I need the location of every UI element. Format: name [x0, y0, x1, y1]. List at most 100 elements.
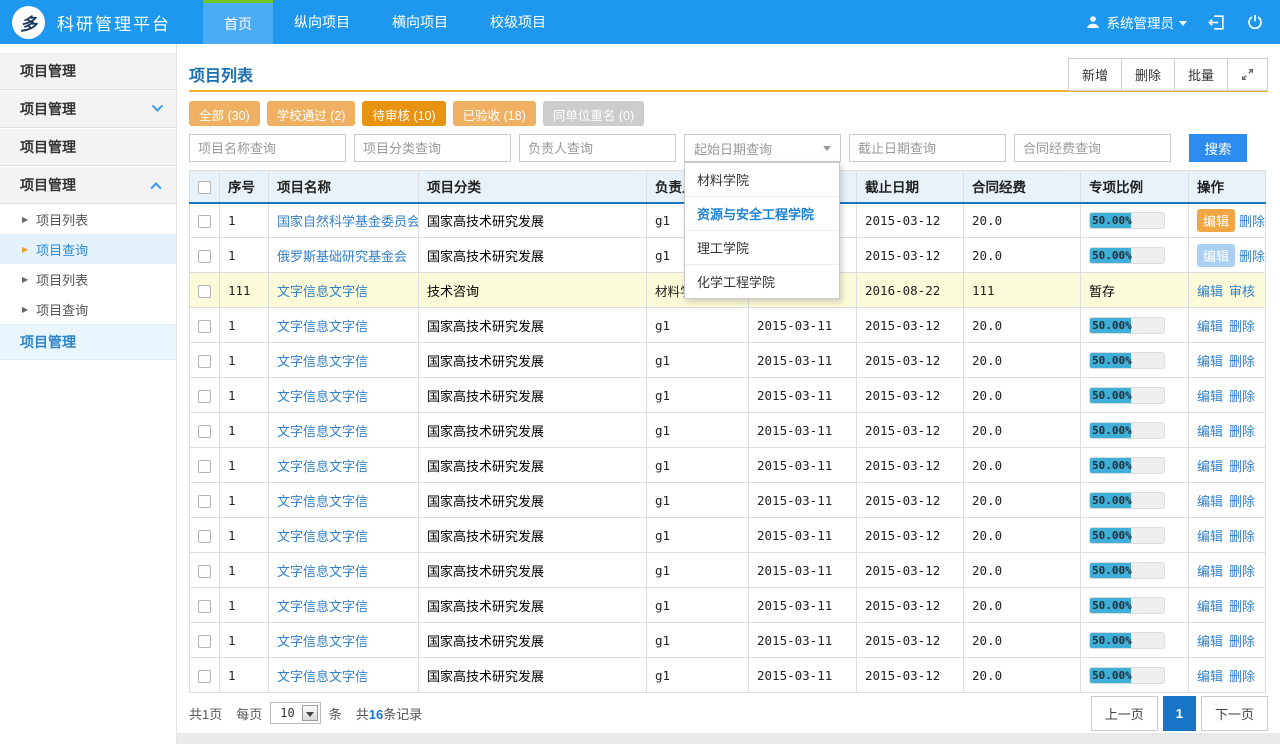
edit-action[interactable]: 编辑: [1197, 354, 1223, 369]
next-page-button[interactable]: 下一页: [1201, 696, 1268, 731]
edit-action[interactable]: 编辑: [1197, 209, 1235, 232]
delete-action[interactable]: 删除: [1239, 249, 1265, 264]
edit-action[interactable]: 编辑: [1197, 244, 1235, 267]
search-input[interactable]: [189, 134, 346, 162]
edit-action[interactable]: 编辑: [1197, 389, 1223, 404]
search-input[interactable]: [849, 134, 1006, 162]
select-all-checkbox[interactable]: [198, 181, 211, 194]
review-action[interactable]: 审核: [1229, 284, 1255, 299]
search-input[interactable]: [1014, 134, 1171, 162]
logout-icon[interactable]: [1207, 13, 1226, 32]
search-button[interactable]: 搜索: [1189, 134, 1247, 162]
row-checkbox[interactable]: [198, 250, 211, 263]
project-name-link[interactable]: 文字信息文字信: [277, 424, 368, 439]
row-checkbox[interactable]: [198, 635, 211, 648]
current-page-button[interactable]: 1: [1163, 696, 1196, 731]
project-name-link[interactable]: 文字信息文字信: [277, 459, 368, 474]
dropdown-option[interactable]: 化学工程学院: [685, 265, 839, 298]
row-checkbox[interactable]: [198, 670, 211, 683]
nav-tab[interactable]: 横向项目: [371, 0, 469, 44]
row-checkbox[interactable]: [198, 215, 211, 228]
sidebar-group-item[interactable]: 项目管理: [0, 90, 176, 128]
batch-button[interactable]: 批量: [1174, 58, 1228, 91]
project-name-link[interactable]: 文字信息文字信: [277, 354, 368, 369]
delete-action[interactable]: 删除: [1229, 424, 1255, 439]
row-checkbox[interactable]: [198, 320, 211, 333]
sidebar-subitem[interactable]: ▶项目查询: [0, 234, 176, 264]
search-input[interactable]: [519, 134, 676, 162]
sidebar-subitem[interactable]: ▶项目列表: [0, 204, 176, 234]
project-name-link[interactable]: 俄罗斯基础研究基金会: [277, 249, 407, 264]
edit-action[interactable]: 编辑: [1197, 459, 1223, 474]
project-name-link[interactable]: 文字信息文字信: [277, 669, 368, 684]
delete-action[interactable]: 删除: [1229, 599, 1255, 614]
delete-action[interactable]: 删除: [1229, 459, 1255, 474]
row-checkbox[interactable]: [198, 565, 211, 578]
row-checkbox[interactable]: [198, 425, 211, 438]
delete-action[interactable]: 删除: [1229, 494, 1255, 509]
filter-tab[interactable]: 待审核 (10): [362, 101, 445, 126]
nav-tab[interactable]: 纵向项目: [273, 0, 371, 44]
nav-tab[interactable]: 首页: [203, 0, 273, 44]
power-icon[interactable]: [1246, 13, 1264, 31]
dropdown-option[interactable]: 理工学院: [685, 231, 839, 265]
filter-tab[interactable]: 同单位重名 (0): [543, 101, 644, 126]
project-name-link[interactable]: 文字信息文字信: [277, 494, 368, 509]
user-name[interactable]: 系统管理员: [1107, 12, 1175, 32]
delete-action[interactable]: 删除: [1229, 634, 1255, 649]
edit-action[interactable]: 编辑: [1197, 319, 1223, 334]
dropdown-option[interactable]: 资源与安全工程学院: [685, 197, 839, 231]
filter-tab[interactable]: 学校通过 (2): [267, 101, 356, 126]
edit-action[interactable]: 编辑: [1197, 599, 1223, 614]
sidebar-subitem[interactable]: ▶项目查询: [0, 294, 176, 324]
edit-action[interactable]: 编辑: [1197, 424, 1223, 439]
search-input[interactable]: [354, 134, 511, 162]
delete-action[interactable]: 删除: [1229, 354, 1255, 369]
project-name-link[interactable]: 文字信息文字信: [277, 319, 368, 334]
project-name-link[interactable]: 文字信息文字信: [277, 634, 368, 649]
pager-buttons: 上一页 1 下一页: [1091, 696, 1268, 731]
sidebar-group-item[interactable]: 项目管理: [0, 166, 176, 204]
project-name-link[interactable]: 文字信息文字信: [277, 389, 368, 404]
edit-action[interactable]: 编辑: [1197, 634, 1223, 649]
project-name-link[interactable]: 文字信息文字信: [277, 564, 368, 579]
prev-page-button[interactable]: 上一页: [1091, 696, 1158, 731]
filter-tab[interactable]: 已验收 (18): [453, 101, 536, 126]
row-checkbox[interactable]: [198, 460, 211, 473]
add-button[interactable]: 新增: [1068, 58, 1122, 91]
edit-action[interactable]: 编辑: [1197, 284, 1223, 299]
row-checkbox[interactable]: [198, 530, 211, 543]
date-start-select[interactable]: 起始日期查询: [684, 134, 841, 162]
per-page-select[interactable]: 10: [270, 702, 320, 724]
delete-action[interactable]: 删除: [1229, 564, 1255, 579]
project-name-link[interactable]: 国家自然科学基金委员会: [277, 214, 419, 229]
project-name-link[interactable]: 文字信息文字信: [277, 284, 368, 299]
project-name-link[interactable]: 文字信息文字信: [277, 529, 368, 544]
row-checkbox[interactable]: [198, 285, 211, 298]
edit-action[interactable]: 编辑: [1197, 564, 1223, 579]
filter-tab[interactable]: 全部 (30): [189, 101, 260, 126]
sidebar-group-item[interactable]: 项目管理: [0, 52, 176, 90]
sidebar-subitem[interactable]: ▶项目列表: [0, 264, 176, 294]
dropdown-option[interactable]: 材料学院: [685, 163, 839, 197]
row-checkbox[interactable]: [198, 355, 211, 368]
delete-action[interactable]: 删除: [1229, 669, 1255, 684]
delete-action[interactable]: 删除: [1239, 214, 1265, 229]
row-checkbox[interactable]: [198, 390, 211, 403]
delete-action[interactable]: 删除: [1229, 319, 1255, 334]
header-checkbox-cell: [190, 171, 220, 203]
edit-action[interactable]: 编辑: [1197, 669, 1223, 684]
edit-action[interactable]: 编辑: [1197, 494, 1223, 509]
delete-button[interactable]: 删除: [1121, 58, 1175, 91]
edit-action[interactable]: 编辑: [1197, 529, 1223, 544]
nav-tab[interactable]: 校级项目: [469, 0, 567, 44]
delete-action[interactable]: 删除: [1229, 389, 1255, 404]
fullscreen-button[interactable]: [1227, 58, 1268, 91]
row-checkbox[interactable]: [198, 495, 211, 508]
sidebar-group-item[interactable]: 项目管理: [0, 128, 176, 166]
row-checkbox[interactable]: [198, 600, 211, 613]
project-name-link[interactable]: 文字信息文字信: [277, 599, 368, 614]
delete-action[interactable]: 删除: [1229, 529, 1255, 544]
sidebar-group-active[interactable]: 项目管理: [0, 324, 176, 360]
fund-cell: 20.0: [964, 483, 1081, 518]
